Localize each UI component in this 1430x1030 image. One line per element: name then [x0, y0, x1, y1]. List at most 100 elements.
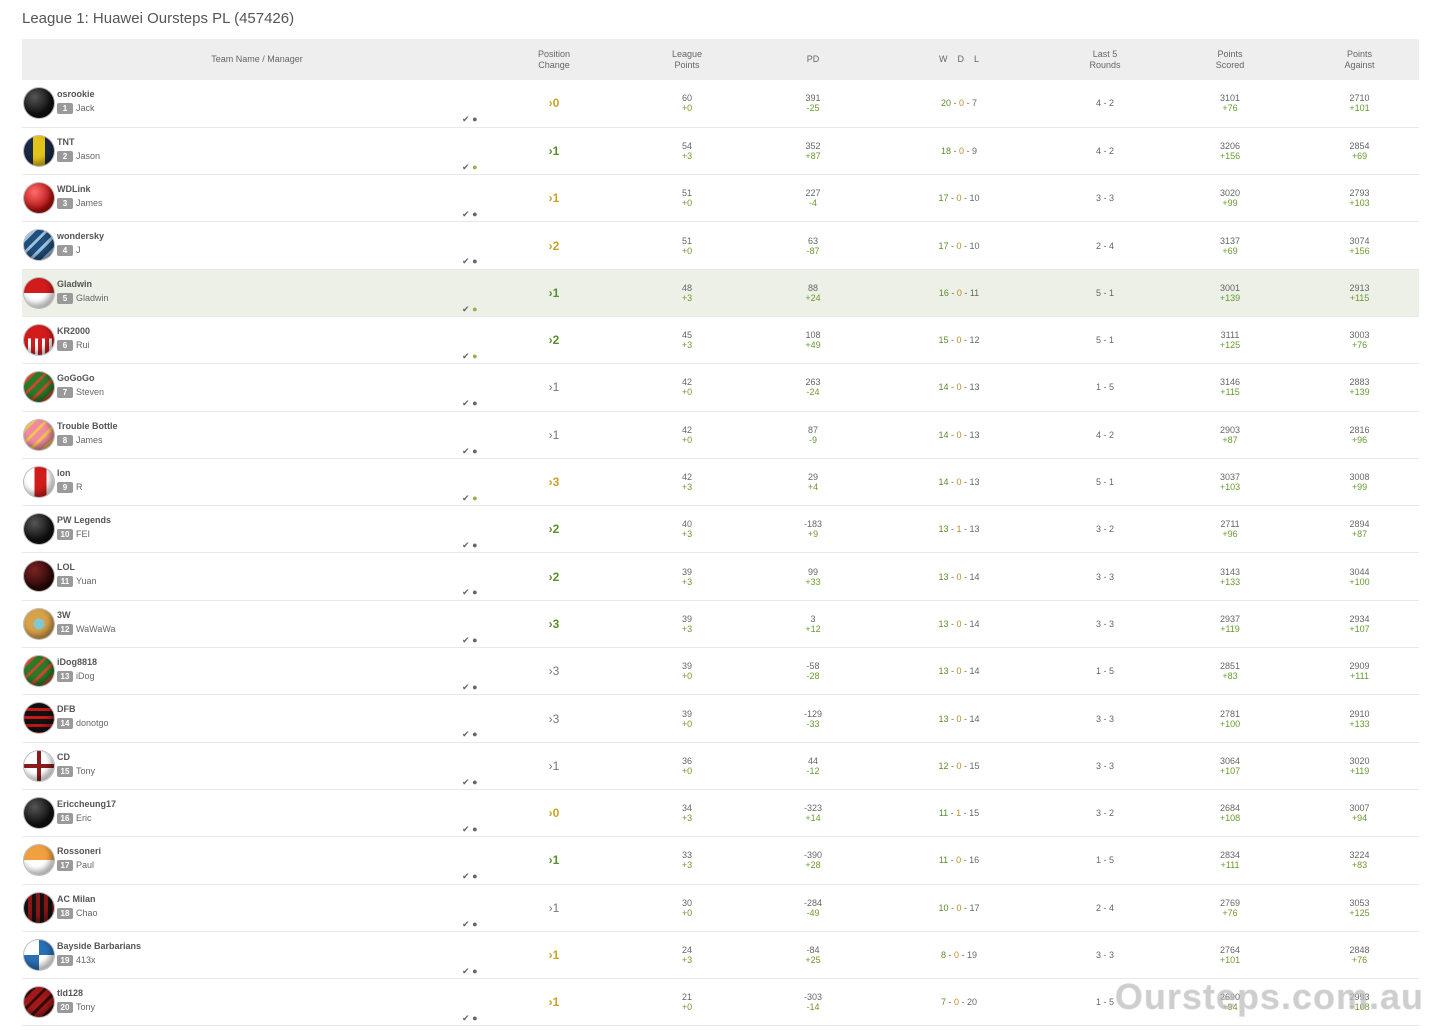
- team-name-link[interactable]: DFB: [57, 704, 76, 714]
- status-icons: ✔ ●: [462, 1013, 478, 1024]
- user-icon[interactable]: ●: [472, 871, 477, 881]
- points-against-cell: 3053 +125: [1349, 897, 1370, 918]
- table-row[interactable]: 3W 12 WaWaWa ✔ ● ›3 39 +3 3 +12 13 - 0 - 14 3 - 3 2…: [22, 600, 1419, 648]
- header-league-points[interactable]: League Points: [616, 39, 758, 80]
- user-icon[interactable]: ●: [472, 682, 477, 692]
- table-row[interactable]: GoGoGo 7 Steven ✔ ● ›1 42 +0 263 -24 14 - 0 - 13 1…: [22, 364, 1419, 412]
- position-change-cell: ›1: [492, 931, 616, 978]
- user-icon[interactable]: ●: [472, 398, 477, 408]
- table-row[interactable]: osrookie 1 Jack ✔ ● ›0 60 +0 391 -25 20 - 0 - 7 4 …: [22, 80, 1419, 128]
- points-scored-cell: 2781 +100: [1219, 708, 1241, 729]
- header-team[interactable]: Team Name / Manager: [22, 39, 492, 80]
- user-icon[interactable]: ●: [472, 493, 477, 503]
- points-scored-cell: 2769 +76: [1219, 897, 1241, 918]
- user-icon[interactable]: ●: [472, 162, 477, 172]
- team-name-link[interactable]: 3W: [57, 610, 71, 620]
- user-icon[interactable]: ●: [472, 777, 477, 787]
- table-row[interactable]: Gladwin 5 Gladwin ✔ ● ›1 48 +3 88 +24 16 - 0 - 11…: [22, 269, 1419, 317]
- table-row[interactable]: AC Milan 18 Chao ✔ ● ›1 30 +0 -284 -49 10 - 0 - 1…: [22, 884, 1419, 932]
- team-name-link[interactable]: Rossoneri: [57, 846, 101, 856]
- league-points-cell: 51 +0: [681, 188, 693, 209]
- team-name-link[interactable]: TNT: [57, 137, 75, 147]
- user-icon[interactable]: ●: [472, 256, 477, 266]
- table-row[interactable]: CD 15 Tony ✔ ● ›1 36 +0 44 -12 12 - 0 - 15 3 - 3 30…: [22, 742, 1419, 790]
- manager-name: James: [76, 198, 103, 209]
- user-icon[interactable]: ●: [472, 587, 477, 597]
- user-icon[interactable]: ●: [472, 919, 477, 929]
- points-against-cell: 2816 +96: [1349, 424, 1370, 445]
- header-points-scored[interactable]: Points Scored: [1160, 39, 1300, 80]
- team-name-link[interactable]: Gladwin: [57, 279, 92, 289]
- pd-cell: -129 -33: [803, 708, 822, 729]
- position-change-cell: ›1: [492, 175, 616, 222]
- header-points-against[interactable]: Points Against: [1300, 39, 1419, 80]
- table-row[interactable]: PW Legends 10 FEI ✔ ● ›2 40 +3 -183 +9 13 - 1 - 1…: [22, 506, 1419, 553]
- manager-name: Gladwin: [76, 292, 109, 303]
- team-name-link[interactable]: GoGoGo: [57, 373, 95, 383]
- last5-cell: 2 - 4: [1095, 902, 1114, 913]
- table-row[interactable]: LOL 11 Yuan ✔ ● ›2 39 +3 99 +33 13 - 0 - 14 3 - 3 3…: [22, 553, 1419, 601]
- team-name-link[interactable]: PW Legends: [57, 515, 111, 525]
- user-icon[interactable]: ●: [472, 1013, 477, 1023]
- check-icon: ✔: [462, 1013, 470, 1024]
- manager-name: Jack: [76, 103, 95, 113]
- position-change: ›1: [548, 191, 560, 206]
- team-name-link[interactable]: iDog8818: [57, 657, 97, 667]
- points-scored-cell: 3146 +115: [1219, 377, 1241, 398]
- user-icon[interactable]: ●: [472, 966, 477, 976]
- team-jersey-avatar: [24, 797, 54, 828]
- team-name-link[interactable]: KR2000: [57, 326, 90, 336]
- table-row[interactable]: lon 9 R ✔ ● ›3 42 +3 29 +4 14 - 0 - 13 5 - 1 3037 +1…: [22, 458, 1419, 506]
- team-name-link[interactable]: WDLink: [57, 184, 91, 194]
- user-icon[interactable]: ●: [472, 540, 477, 550]
- team-name-link[interactable]: tld128: [57, 988, 83, 998]
- wdl-cell: 13 - 0 - 14: [938, 618, 980, 629]
- table-row[interactable]: Rossoneri 17 Paul ✔ ● ›1 33 +3 -390 +28 11 - 0 - …: [22, 837, 1419, 885]
- table-row[interactable]: KR2000 6 Rui ✔ ● ›2 45 +3 108 +49 15 - 0 - 12 5 - …: [22, 316, 1419, 364]
- status-icons: ✔ ●: [462, 871, 478, 882]
- team-cell: LOL 11 Yuan ✔ ●: [22, 553, 492, 600]
- user-icon[interactable]: ●: [472, 209, 477, 219]
- team-name-link[interactable]: AC Milan: [57, 894, 96, 904]
- table-row[interactable]: TNT 2 Jason ✔ ● ›1 54 +3 352 +87 18 - 0 - 9 4 - 2 3…: [22, 127, 1419, 175]
- table-row[interactable]: Trouble Bottle 8 James ✔ ● ›1 42 +0 87 -9 14 - 0 …: [22, 411, 1419, 459]
- rank-badge: 15: [57, 765, 73, 777]
- table-row[interactable]: DFB 14 donotgo ✔ ● ›3 39 +0 -129 -33 13 - 0 - 14 3…: [22, 695, 1419, 743]
- check-icon: ✔: [462, 161, 470, 172]
- wdl-cell: 10 - 0 - 17: [938, 902, 980, 913]
- table-row[interactable]: wondersky 4 J ✔ ● ›2 51 +0 63 -87 17 - 0 - 10 2 - …: [22, 222, 1419, 270]
- rank-manager: 14 donotgo: [57, 718, 109, 730]
- user-icon[interactable]: ●: [472, 729, 477, 739]
- team-name-link[interactable]: CD: [57, 752, 70, 762]
- team-name-link[interactable]: Trouble Bottle: [57, 421, 118, 431]
- user-icon[interactable]: ●: [472, 351, 477, 361]
- team-name-link[interactable]: osrookie: [57, 89, 95, 99]
- position-change: ›3: [548, 475, 560, 490]
- last5-cell: 1 - 5: [1095, 666, 1114, 677]
- header-last5[interactable]: Last 5 Rounds: [1050, 39, 1160, 80]
- last5-cell: 3 - 2: [1095, 808, 1114, 819]
- team-cell: osrookie 1 Jack ✔ ●: [22, 80, 492, 127]
- header-wdl[interactable]: W D L: [868, 39, 1050, 80]
- team-name-link[interactable]: wondersky: [57, 231, 104, 241]
- team-name-link[interactable]: lon: [57, 468, 71, 478]
- table-row[interactable]: Ericcheung17 16 Eric ✔ ● ›0 34 +3 -323 +14 11 - 1…: [22, 789, 1419, 837]
- user-icon[interactable]: ●: [472, 114, 477, 124]
- table-row[interactable]: iDog8818 13 iDog ✔ ● ›3 39 +0 -58 -28 13 - 0 - 14…: [22, 648, 1419, 695]
- user-icon[interactable]: ●: [472, 304, 477, 314]
- position-change-cell: ›0: [492, 789, 616, 836]
- header-pd[interactable]: PD: [758, 39, 868, 80]
- check-icon: ✔: [462, 398, 470, 409]
- table-row[interactable]: Bayside Barbarians 19 413x ✔ ● ›1 24 +3 -84 +25 8…: [22, 931, 1419, 979]
- header-position-change[interactable]: Position Change: [492, 39, 616, 80]
- team-name-link[interactable]: LOL: [57, 562, 75, 572]
- rank-manager: 16 Eric: [57, 812, 92, 824]
- last5-cell: 5 - 1: [1095, 287, 1114, 298]
- team-name-link[interactable]: Ericcheung17: [57, 799, 116, 809]
- user-icon[interactable]: ●: [472, 635, 477, 645]
- team-name-link[interactable]: Bayside Barbarians: [57, 941, 141, 951]
- table-row[interactable]: WDLink 3 James ✔ ● ›1 51 +0 227 -4 17 - 0 - 10 3 -…: [22, 175, 1419, 222]
- position-change-cell: ›1: [492, 837, 616, 884]
- user-icon[interactable]: ●: [472, 446, 477, 456]
- user-icon[interactable]: ●: [472, 824, 477, 834]
